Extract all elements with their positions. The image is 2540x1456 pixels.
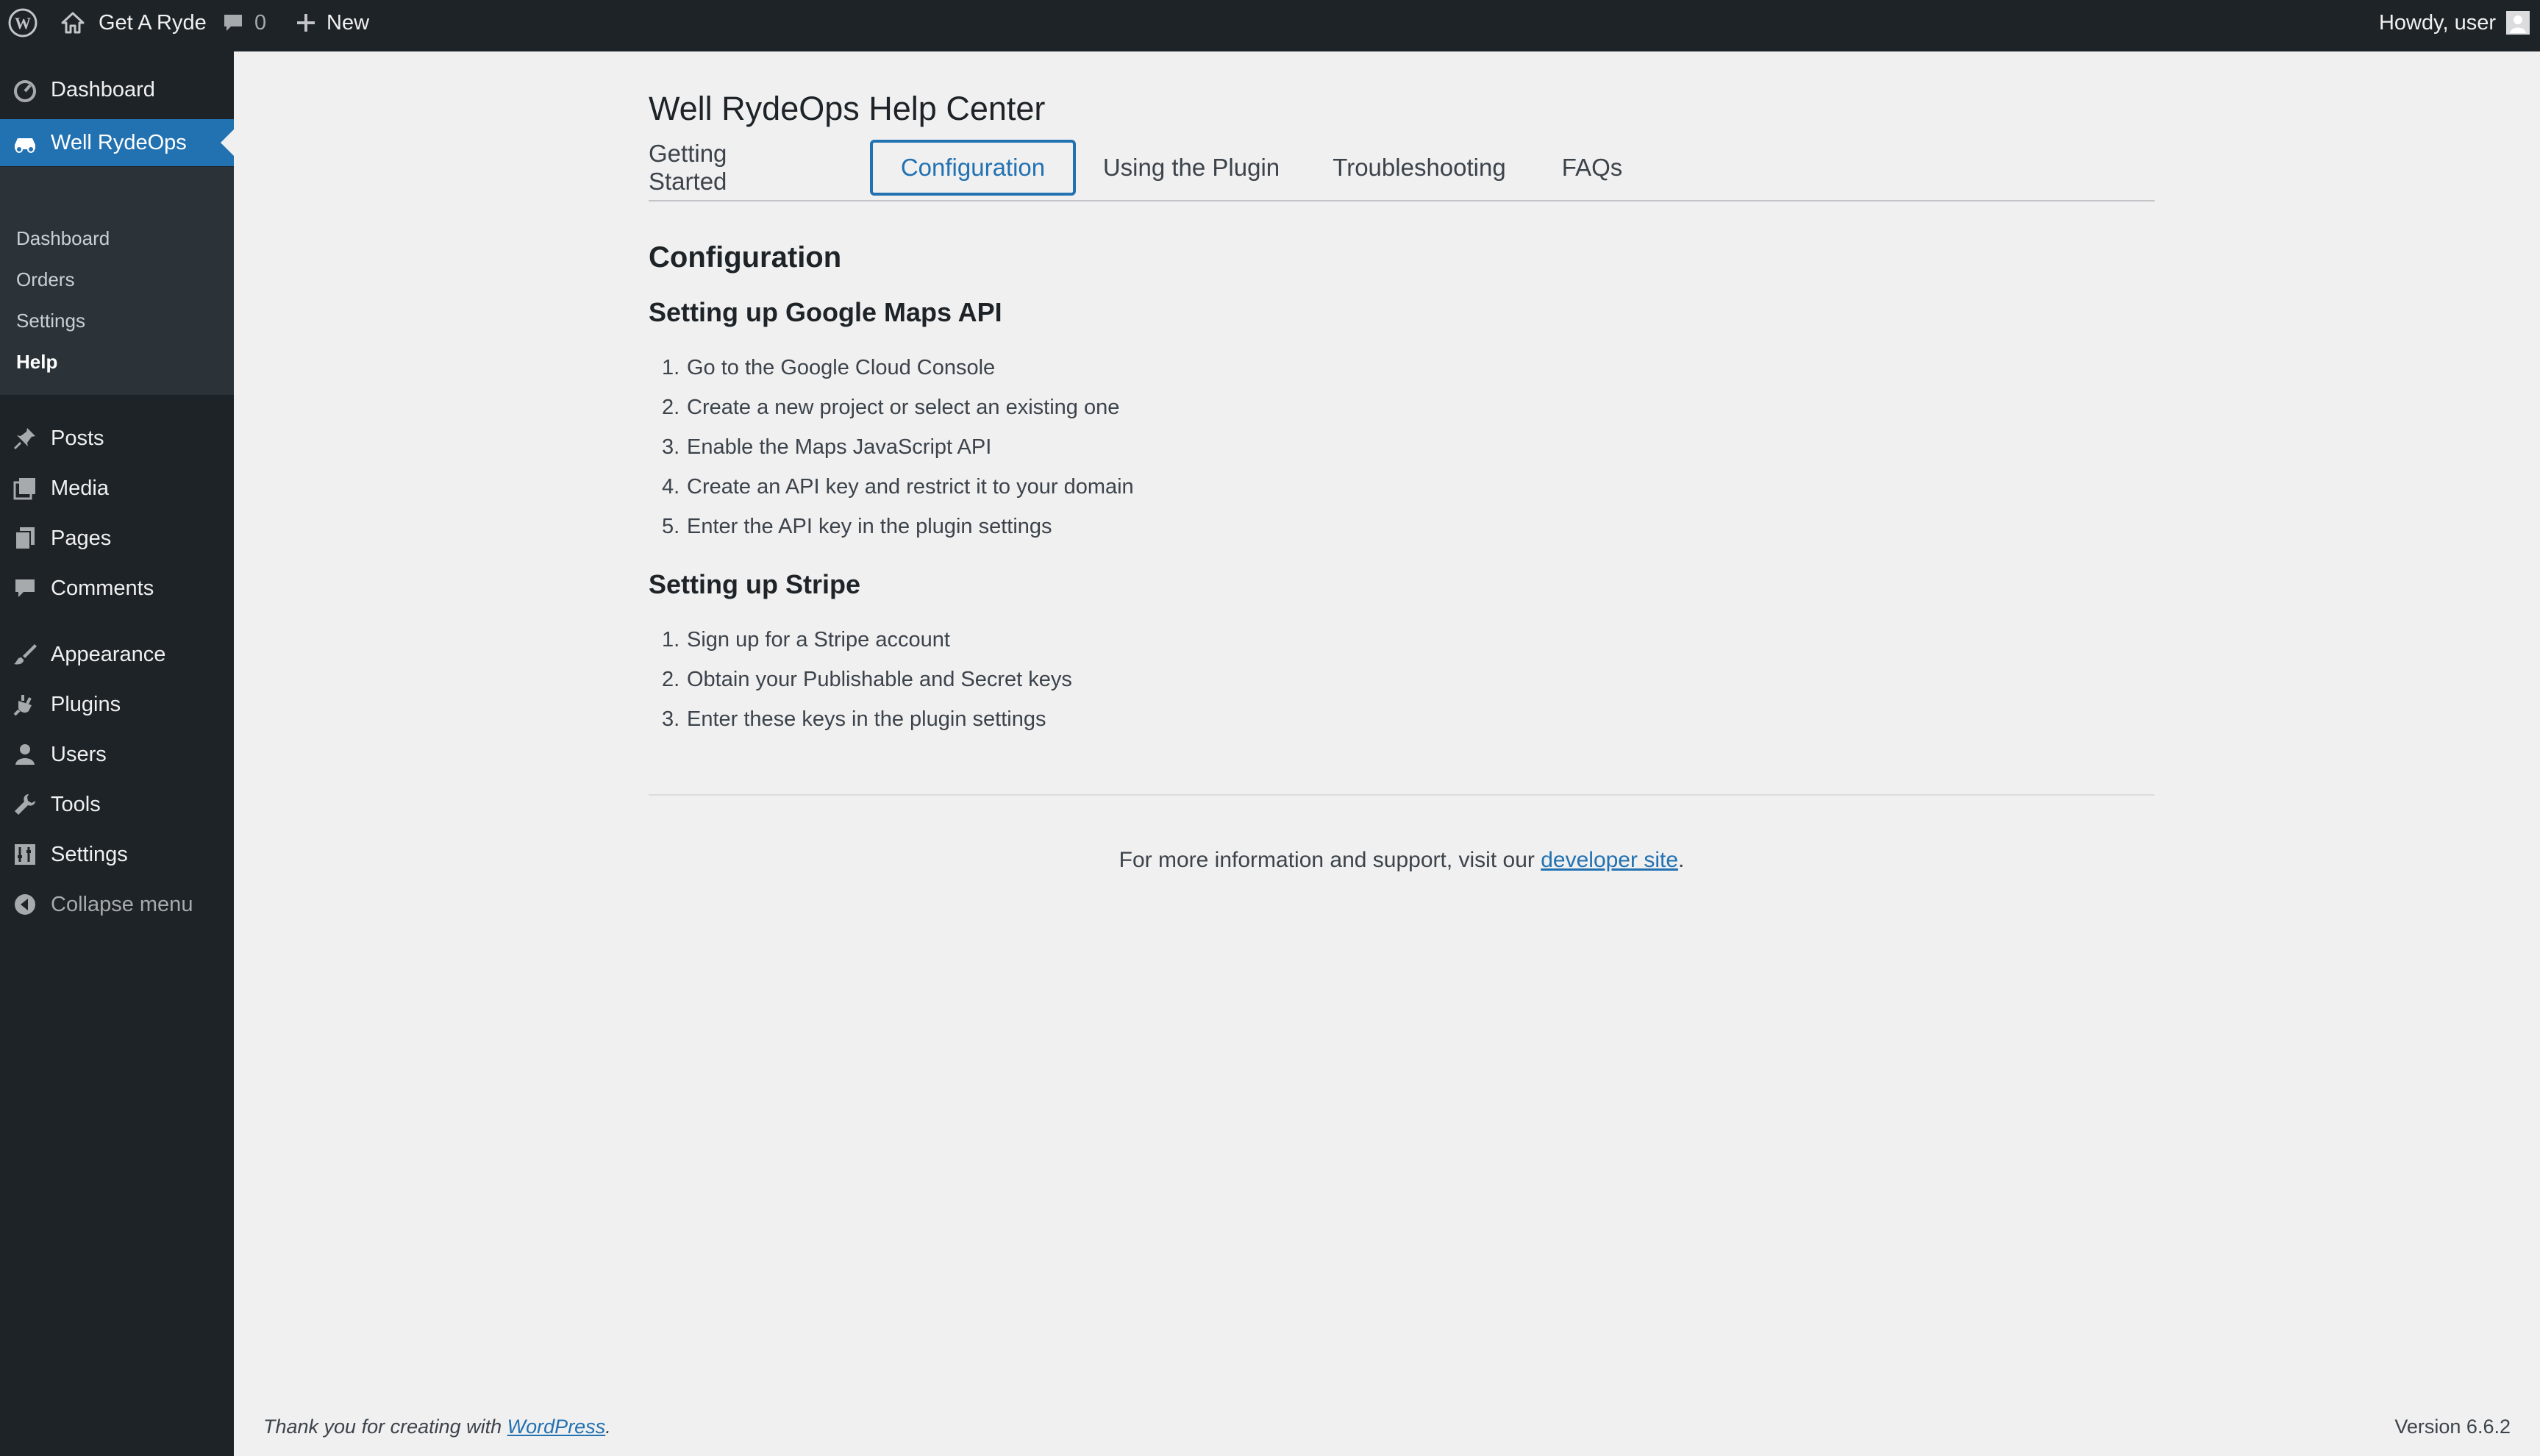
menu-item-media[interactable]: Media	[0, 466, 234, 510]
list-item: 2. Obtain your Publishable and Secret key…	[662, 668, 1072, 691]
tab-configuration[interactable]: Configuration	[870, 140, 1076, 196]
tab-troubleshooting[interactable]: Troubleshooting	[1322, 140, 1516, 196]
page-title: Well RydeOps Help Center	[649, 90, 1046, 127]
submenu-dashboard[interactable]: Dashboard	[16, 227, 110, 250]
comment-icon	[12, 575, 38, 602]
media-icon	[12, 475, 38, 502]
support-note: For more information and support, visit …	[1119, 848, 1685, 872]
menu-item-label: Tools	[51, 792, 101, 816]
menu-item-users[interactable]: Users	[0, 732, 234, 777]
user-icon	[12, 741, 38, 768]
howdy-text: Howdy, user	[2378, 10, 2496, 35]
list-item: 1. Sign up for a Stripe account	[662, 628, 950, 652]
list-item: 3. Enter these keys in the plugin setting…	[662, 707, 1046, 731]
list-item: 4. Create an API key and restrict it to y…	[662, 475, 1134, 499]
menu-item-label: Well RydeOps	[51, 130, 187, 154]
wrench-icon	[12, 791, 38, 818]
tab-faqs[interactable]: FAQs	[1552, 140, 1633, 196]
home-icon	[60, 11, 85, 35]
tab-using-the-plugin[interactable]: Using the Plugin	[1094, 140, 1288, 196]
menu-item-tools[interactable]: Tools	[0, 782, 234, 827]
help-tabs: Getting Started Configuration Using the …	[649, 135, 2155, 201]
wordpress-logo-icon[interactable]: W	[7, 0, 38, 46]
list-item: 2. Create a new project or select an exis…	[662, 396, 1120, 419]
list-item: 3. Enable the Maps JavaScript API	[662, 435, 992, 459]
tab-getting-started[interactable]: Getting Started	[649, 140, 780, 196]
comments-link[interactable]: 0	[222, 0, 266, 46]
menu-item-label: Media	[51, 476, 109, 500]
car-icon	[12, 129, 38, 156]
menu-item-dashboard[interactable]: Dashboard	[0, 69, 234, 110]
rydeops-submenu: Dashboard Orders Settings Help	[0, 167, 234, 395]
new-label: New	[327, 10, 370, 35]
pages-icon	[12, 525, 38, 552]
menu-item-label: Dashboard	[51, 77, 155, 101]
new-content-link[interactable]: New	[296, 0, 369, 46]
footer-thanks: Thank you for creating with WordPress.	[263, 1416, 611, 1438]
content-divider	[649, 794, 2155, 796]
maps-heading: Setting up Google Maps API	[649, 297, 1002, 327]
settings-icon	[12, 841, 38, 868]
admin-sidebar: Dashboard Well RydeOps Dashboard Orders …	[0, 46, 234, 1456]
comments-count: 0	[254, 10, 267, 35]
collapse-icon	[12, 891, 38, 918]
menu-item-pages[interactable]: Pages	[0, 516, 234, 560]
wordpress-link[interactable]: WordPress	[507, 1416, 606, 1438]
menu-item-plugins[interactable]: Plugins	[0, 682, 234, 727]
developer-site-link[interactable]: developer site	[1541, 848, 1678, 872]
menu-item-appearance[interactable]: Appearance	[0, 632, 234, 677]
plugin-icon	[12, 691, 38, 718]
brush-icon	[12, 641, 38, 668]
menu-item-label: Plugins	[51, 692, 121, 716]
admin-bar: W Get A Ryde 0 New Howdy, user	[0, 0, 2540, 51]
list-item: 5. Enter the API key in the plugin settin…	[662, 515, 1052, 538]
pin-icon	[12, 425, 38, 452]
menu-item-posts[interactable]: Posts	[0, 416, 234, 460]
menu-item-label: Appearance	[51, 642, 166, 666]
menu-item-settings[interactable]: Settings	[0, 832, 234, 877]
menu-item-well-rydeops[interactable]: Well RydeOps	[0, 119, 234, 166]
comment-bubble-icon	[222, 12, 244, 34]
submenu-orders[interactable]: Orders	[16, 268, 74, 291]
dashboard-icon	[12, 76, 38, 103]
user-account-menu[interactable]: Howdy, user	[2379, 0, 2530, 46]
list-item: 1. Go to the Google Cloud Console	[662, 356, 996, 379]
section-heading: Configuration	[649, 241, 842, 274]
avatar	[2506, 11, 2530, 35]
menu-item-label: Comments	[51, 576, 154, 600]
collapse-menu-button[interactable]: Collapse menu	[0, 882, 234, 927]
menu-item-label: Users	[51, 742, 107, 766]
stripe-heading: Setting up Stripe	[649, 569, 860, 599]
menu-item-label: Pages	[51, 526, 112, 550]
plus-icon	[296, 13, 316, 33]
site-home-link[interactable]: Get A Ryde	[60, 0, 207, 46]
menu-item-label: Posts	[51, 426, 104, 450]
submenu-settings[interactable]: Settings	[16, 310, 85, 332]
site-name: Get A Ryde	[99, 10, 207, 35]
submenu-help[interactable]: Help	[16, 351, 57, 374]
version-text: Version 6.6.2	[2394, 1416, 2511, 1438]
svg-text:W: W	[15, 14, 31, 32]
menu-item-label: Settings	[51, 842, 128, 866]
menu-item-comments[interactable]: Comments	[0, 566, 234, 610]
menu-item-label: Collapse menu	[51, 892, 193, 916]
